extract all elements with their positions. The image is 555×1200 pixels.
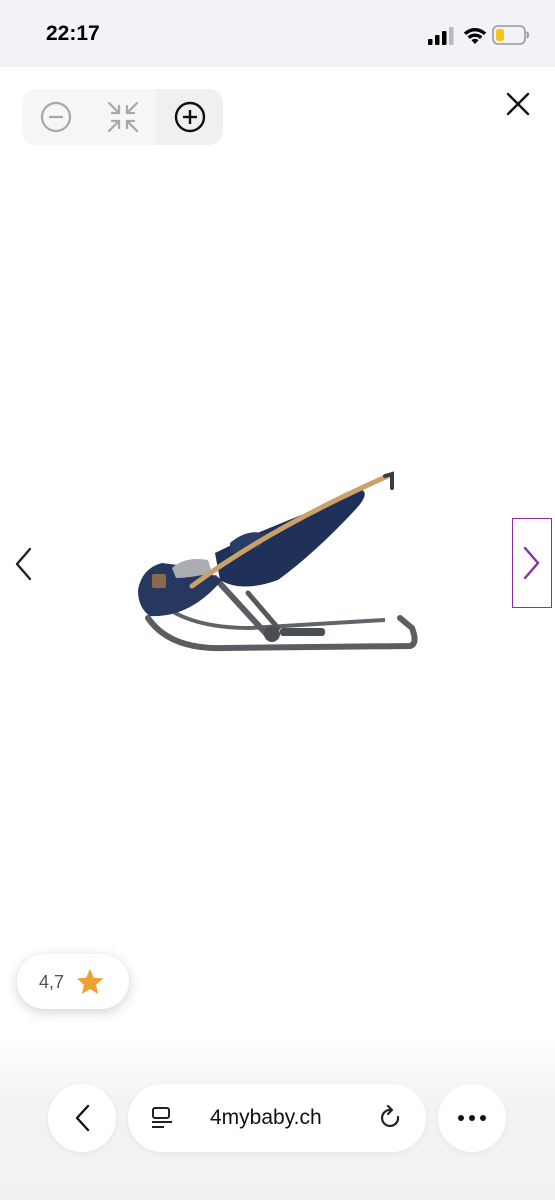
zoom-in-button[interactable] (156, 89, 223, 145)
reload-icon[interactable] (378, 1104, 404, 1132)
chevron-left-icon (15, 547, 32, 581)
back-icon (75, 1104, 90, 1132)
zoom-in-icon (174, 101, 205, 133)
close-icon (506, 92, 530, 116)
status-bar: 22:17 (0, 0, 555, 67)
address-bar[interactable]: 4mybaby.ch (128, 1084, 426, 1152)
chevron-right-icon (523, 546, 540, 580)
zoom-out-button[interactable] (22, 89, 89, 145)
rating-badge[interactable]: 4,7 (17, 954, 129, 1009)
zoom-toolbar (22, 89, 223, 145)
url-text: 4mybaby.ch (210, 1106, 322, 1129)
previous-image-button[interactable] (8, 541, 38, 587)
wifi-icon (463, 28, 487, 44)
rating-value: 4,7 (39, 972, 65, 992)
back-button[interactable] (48, 1084, 116, 1152)
status-icons (428, 24, 538, 46)
battery-icon (492, 25, 529, 45)
more-icon (458, 1115, 486, 1121)
star-icon (76, 968, 104, 994)
cellular-signal-icon (428, 27, 454, 45)
fit-screen-button[interactable] (89, 89, 156, 145)
next-image-button[interactable] (512, 518, 552, 608)
status-time: 22:17 (46, 22, 100, 45)
reader-icon[interactable] (150, 1106, 174, 1130)
product-image (138, 471, 418, 652)
more-button[interactable] (438, 1084, 506, 1152)
zoom-out-icon (40, 101, 71, 133)
close-button[interactable] (498, 84, 538, 124)
fit-screen-icon (107, 101, 138, 133)
